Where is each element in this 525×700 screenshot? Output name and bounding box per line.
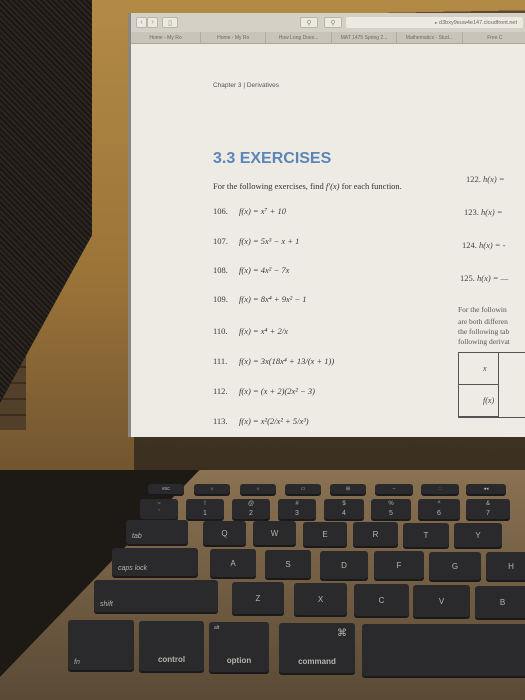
- key-f[interactable]: F: [374, 551, 424, 579]
- key-a[interactable]: A: [210, 549, 256, 577]
- key-tab[interactable]: tab: [126, 520, 188, 544]
- key-space[interactable]: [362, 624, 525, 676]
- key-b[interactable]: B: [475, 586, 525, 618]
- key-v[interactable]: V: [413, 585, 470, 617]
- key-z[interactable]: Z: [232, 582, 284, 614]
- table-header-x: x: [459, 353, 499, 385]
- rewind-icon: ◂◂: [483, 486, 489, 492]
- sidebar-toggle-button[interactable]: ▯: [162, 17, 178, 28]
- key-f4[interactable]: ⊞: [330, 484, 366, 494]
- key-5[interactable]: % 5: [371, 499, 411, 519]
- chevron-right-icon: ›: [151, 19, 154, 26]
- key-fn[interactable]: fn: [68, 620, 134, 670]
- back-button[interactable]: ‹: [136, 17, 147, 28]
- key-f1[interactable]: ☼: [194, 484, 230, 494]
- paragraph-line: following derivat: [458, 337, 510, 346]
- key-2[interactable]: @2: [232, 499, 270, 519]
- key-t[interactable]: T: [403, 523, 449, 547]
- tab-mathematics[interactable]: Mathematics - Stud...: [397, 32, 463, 43]
- table-header-fx: f(x): [459, 385, 499, 417]
- brightness-down-icon: ☼: [209, 486, 215, 492]
- macbook-logo-text: MacBook Air: [410, 442, 467, 452]
- tab-home-1[interactable]: Home - My Ro: [131, 32, 201, 43]
- key-4[interactable]: $4: [324, 499, 364, 519]
- key-f3[interactable]: ▭: [285, 484, 321, 494]
- exercise-item: 109. f(x) = 8x⁴ + 9x² − 1: [213, 294, 307, 304]
- laptop-screen: ‹ › ▯ ⚲ ⚲ ● d3bxy9euw4e147.cloudfront.ne…: [128, 13, 525, 437]
- exercise-item: 125. h(x) = —: [460, 273, 509, 283]
- command-icon: ⌘: [337, 628, 347, 639]
- key-r[interactable]: R: [353, 522, 398, 546]
- key-s[interactable]: S: [265, 550, 311, 578]
- address-bar[interactable]: ● d3bxy9euw4e147.cloudfront.net: [346, 17, 523, 28]
- keyboard-light-up-icon: ∴: [438, 486, 442, 492]
- exercise-item: 123. h(x) =: [464, 207, 503, 217]
- keyboard-light-down-icon: –: [392, 486, 396, 492]
- key-q[interactable]: Q: [203, 521, 246, 545]
- search-icon: ⚲: [330, 19, 336, 27]
- forward-button[interactable]: ›: [147, 17, 158, 28]
- brightness-up-icon: ☼: [255, 486, 261, 492]
- key-y[interactable]: Y: [454, 523, 502, 547]
- key-backtick[interactable]: ~ `: [140, 499, 178, 519]
- search-button[interactable]: ⚲: [300, 17, 318, 28]
- key-h[interactable]: H: [486, 552, 525, 580]
- tab-home-2[interactable]: Home - My Ro: [201, 32, 267, 43]
- key-f2[interactable]: ☼: [240, 484, 276, 494]
- exercise-instructions: For the following exercises, find f′(x) …: [213, 181, 402, 191]
- toolbar-extensions: ⚲ ⚲: [300, 17, 342, 28]
- key-command[interactable]: ⌘ command: [279, 623, 355, 673]
- tab-how-long[interactable]: How Long Does...: [266, 32, 332, 43]
- exercise-item: 108. f(x) = 4x² − 7x: [213, 265, 290, 275]
- paragraph-line: For the followin: [458, 305, 507, 314]
- key-f7[interactable]: ◂◂: [466, 484, 506, 494]
- key-option[interactable]: alt option: [209, 622, 269, 672]
- key-x[interactable]: X: [294, 583, 347, 615]
- tab-free[interactable]: Free C: [463, 32, 525, 43]
- paragraph-line: the following tab: [458, 327, 510, 336]
- key-1[interactable]: ! 1: [186, 499, 224, 519]
- exercise-item: 122. h(x) =: [466, 174, 505, 184]
- exercise-item: 110. f(x) = x⁴ + 2/x: [213, 326, 288, 336]
- values-table: x f(x): [458, 352, 525, 418]
- tab-bar: Home - My Ro Home - My Ro How Long Does.…: [131, 32, 525, 44]
- section-title: 3.3 EXERCISES: [213, 150, 332, 167]
- url-text: d3bxy9euw4e147.cloudfront.net: [439, 19, 517, 26]
- lock-icon: ●: [434, 20, 438, 25]
- mission-control-icon: ▭: [300, 486, 306, 492]
- nav-buttons: ‹ ›: [136, 17, 158, 28]
- paragraph-line: are both differen: [458, 317, 508, 326]
- key-3[interactable]: #3: [278, 499, 316, 519]
- key-e[interactable]: E: [303, 522, 347, 546]
- magnifier-icon: ⚲: [306, 19, 312, 27]
- key-6[interactable]: ^ 6: [418, 499, 460, 519]
- key-f6[interactable]: ∴: [421, 484, 459, 494]
- exercise-item: 106. f(x) = x⁷ + 10: [213, 206, 286, 216]
- exercise-item: 113. f(x) = x²(2/x² + 5/x³): [213, 416, 309, 426]
- key-f5[interactable]: –: [375, 484, 413, 494]
- key-7[interactable]: & 7: [466, 499, 510, 519]
- key-shift[interactable]: shift: [94, 580, 218, 612]
- key-c[interactable]: C: [354, 584, 409, 616]
- exercise-item: 111. f(x) = 3x(18x⁴ + 13/(x + 1)): [213, 356, 335, 366]
- tab-mat-1475[interactable]: MAT 1475 Spring 2...: [332, 32, 398, 43]
- key-caps-lock[interactable]: caps lock: [112, 548, 198, 576]
- exercise-item: 107. f(x) = 5x³ − x + 1: [213, 236, 300, 246]
- key-control[interactable]: control: [139, 621, 204, 671]
- launchpad-icon: ⊞: [345, 486, 351, 492]
- key-g[interactable]: G: [429, 552, 481, 580]
- document-page: Chapter 3 | Derivatives 3.3 EXERCISES Fo…: [131, 44, 525, 437]
- exercise-item: 112. f(x) = (x + 2)(2x² − 3): [213, 386, 315, 396]
- chevron-left-icon: ‹: [140, 19, 143, 26]
- sidebar-icon: ▯: [168, 19, 172, 27]
- browser-toolbar: ‹ › ▯ ⚲ ⚲ ● d3bxy9euw4e147.cloudfront.ne…: [131, 13, 525, 32]
- exercise-item: 124. h(x) = -: [462, 240, 506, 250]
- key-w[interactable]: W: [253, 521, 296, 545]
- find-button[interactable]: ⚲: [324, 17, 342, 28]
- chapter-header: Chapter 3 | Derivatives: [213, 82, 279, 89]
- key-d[interactable]: D: [320, 551, 368, 579]
- key-esc[interactable]: esc: [148, 484, 184, 494]
